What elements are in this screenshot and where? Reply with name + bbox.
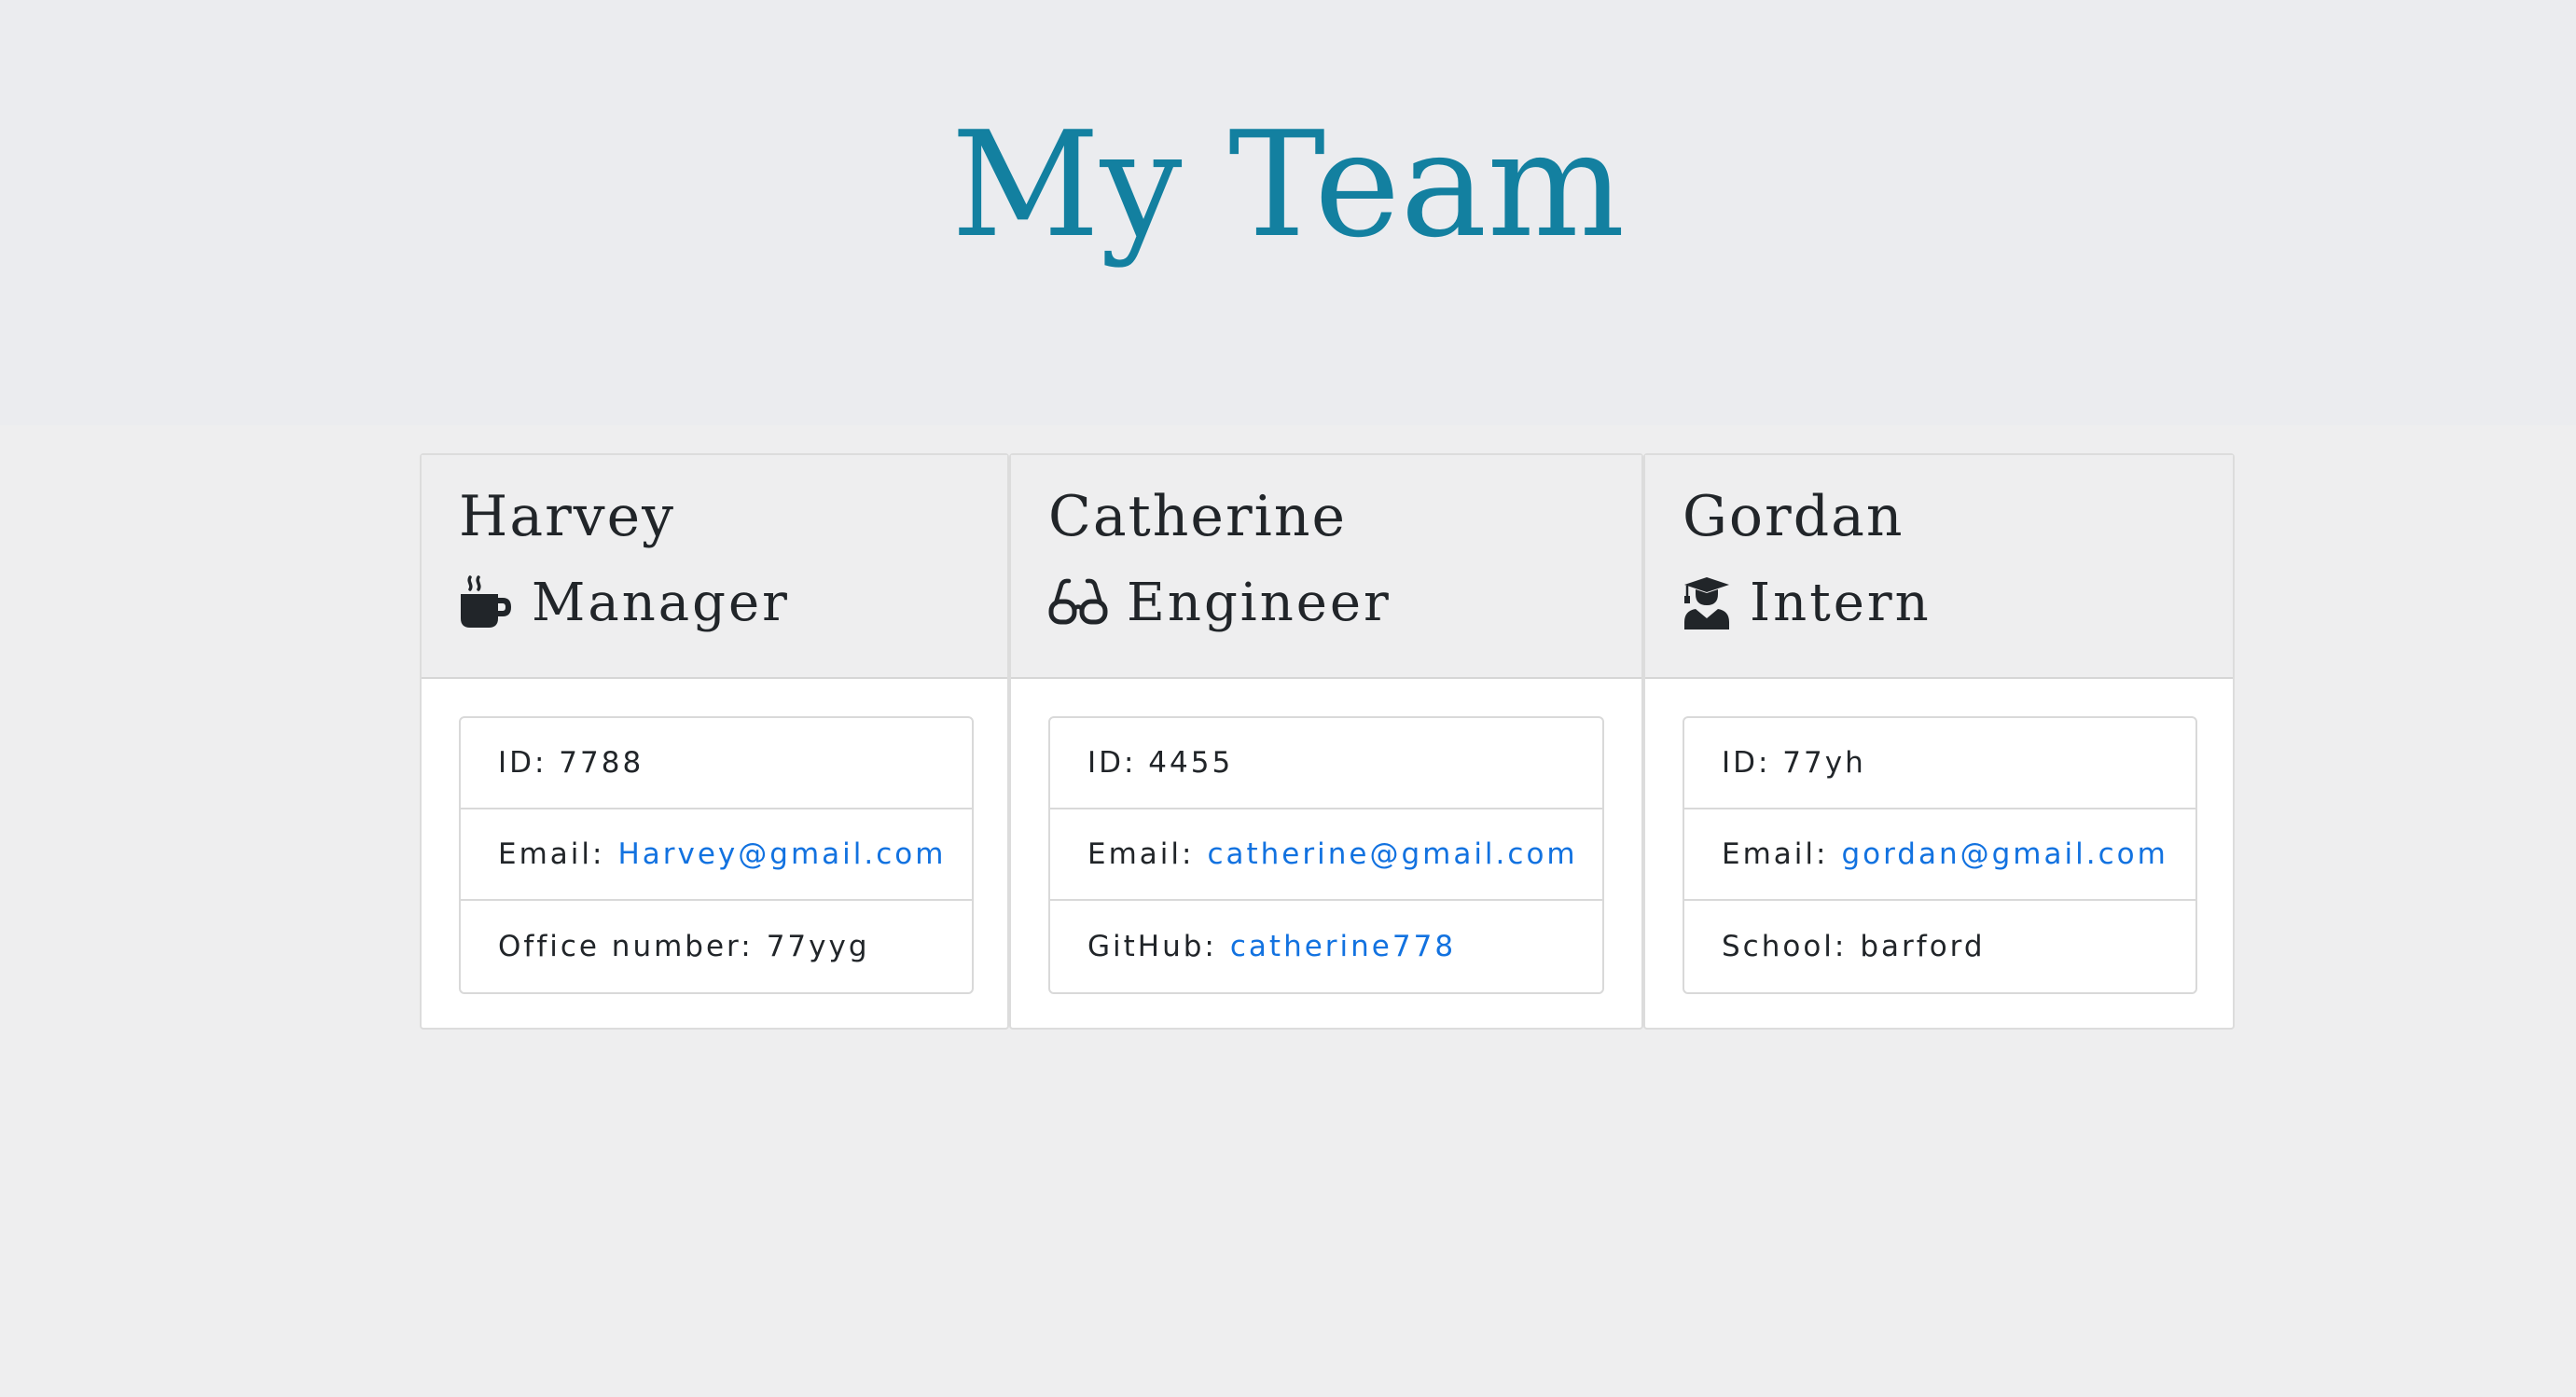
employee-role: Intern [1683, 565, 1932, 640]
office-number-item: Office number: 77yyg [461, 901, 972, 992]
info-list: ID: 4455 Email: catherine@gmail.com GitH… [1048, 716, 1604, 994]
role-label: Manager [532, 572, 790, 633]
email-label: Email: [1087, 837, 1195, 871]
email-label: Email: [498, 837, 605, 871]
email-link[interactable]: gordan@gmail.com [1841, 837, 2167, 871]
coffee-mug-icon [459, 575, 513, 629]
office-number-label: Office number: [498, 930, 754, 963]
employee-role: Manager [459, 565, 790, 640]
office-number-value: 77yyg [766, 930, 870, 963]
email-label: Email: [1722, 837, 1829, 871]
card-header: Catherine Engineer [1011, 455, 1641, 679]
github-item: GitHub: catherine778 [1050, 901, 1602, 992]
email-link[interactable]: catherine@gmail.com [1207, 837, 1577, 871]
info-list: ID: 7788 Email: Harvey@gmail.com Office … [459, 716, 974, 994]
email-item: Email: gordan@gmail.com [1684, 809, 2195, 901]
github-label: GitHub: [1087, 930, 1217, 963]
id-item: ID: 7788 [461, 718, 972, 809]
employee-card-intern: Gordan Intern ID: 77yh Email: gordan@gma… [1643, 453, 2235, 1030]
employee-role: Engineer [1048, 565, 1392, 640]
employee-card-manager: Harvey Manager ID: 7788 Email: Harvey@gm… [420, 453, 1009, 1030]
header-banner: My Team [0, 0, 2576, 425]
employee-name: Harvey [459, 484, 676, 549]
role-label: Engineer [1127, 572, 1392, 633]
email-item: Email: Harvey@gmail.com [461, 809, 972, 901]
card-header: Harvey Manager [422, 455, 1007, 679]
employee-name: Catherine [1048, 484, 1347, 549]
id-item: ID: 77yh [1684, 718, 2195, 809]
page-title: My Team [950, 100, 1626, 270]
info-list: ID: 77yh Email: gordan@gmail.com School:… [1683, 716, 2197, 994]
role-label: Intern [1750, 572, 1932, 633]
email-item: Email: catherine@gmail.com [1050, 809, 1602, 901]
school-value: barford [1860, 930, 1986, 963]
employee-name: Gordan [1683, 484, 1904, 549]
card-header: Gordan Intern [1645, 455, 2233, 679]
id-item: ID: 4455 [1050, 718, 1602, 809]
graduate-icon [1683, 575, 1731, 629]
school-item: School: barford [1684, 901, 2195, 992]
employee-card-engineer: Catherine Engineer ID: 4455 Email: cathe… [1009, 453, 1643, 1030]
github-link[interactable]: catherine778 [1230, 930, 1456, 963]
glasses-icon [1048, 575, 1108, 629]
school-label: School: [1722, 930, 1848, 963]
email-link[interactable]: Harvey@gmail.com [617, 837, 946, 871]
